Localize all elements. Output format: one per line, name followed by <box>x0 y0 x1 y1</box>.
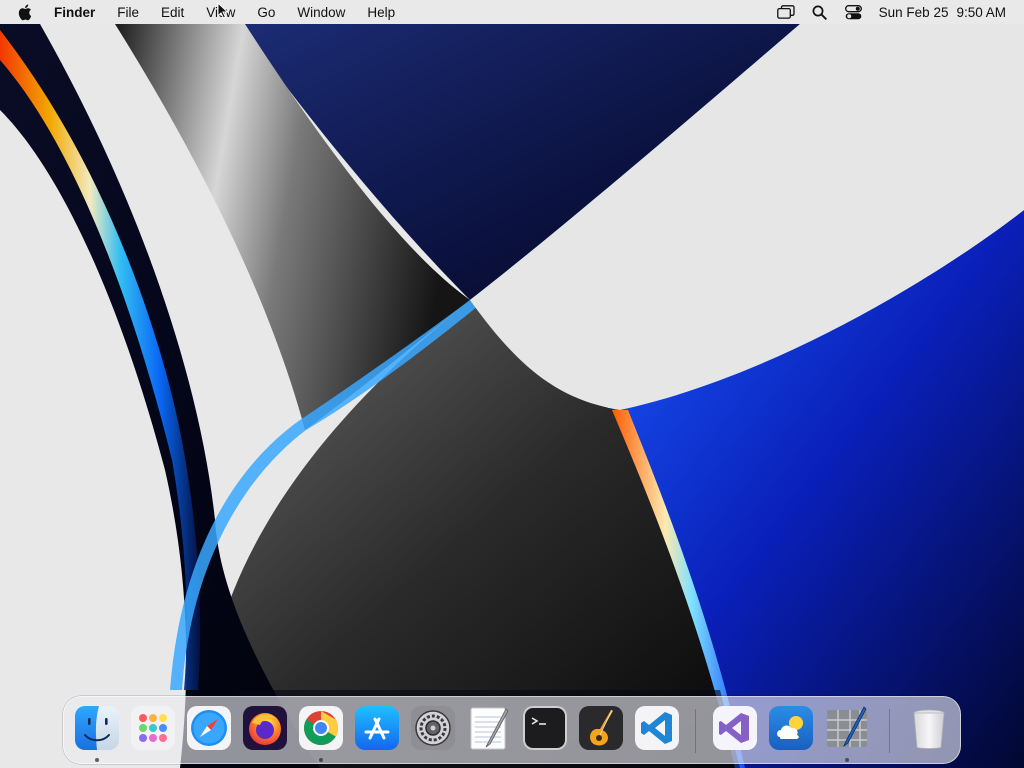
dock-firefox[interactable] <box>242 705 288 751</box>
menu-help[interactable]: Help <box>356 0 406 24</box>
dock-terminal[interactable] <box>522 705 568 751</box>
running-indicator <box>845 758 849 762</box>
dock-launchpad[interactable] <box>130 705 176 751</box>
clock-time: 9:50 AM <box>956 4 1006 20</box>
dock <box>63 696 961 764</box>
finder-icon <box>75 706 119 750</box>
control-center-icon[interactable] <box>837 0 871 24</box>
dock-app-store[interactable] <box>354 705 400 751</box>
dock-vscode[interactable] <box>634 705 680 751</box>
menu-clock[interactable]: Sun Feb 25 9:50 AM <box>879 5 1006 20</box>
vscode-icon <box>635 706 679 750</box>
screen-mirroring-icon[interactable] <box>769 0 803 24</box>
menu-app-name[interactable]: Finder <box>52 0 106 24</box>
clock-date: Sun Feb 25 <box>878 4 949 20</box>
running-indicator <box>95 758 99 762</box>
visual-studio-icon <box>713 706 757 750</box>
dock-finder[interactable] <box>74 705 120 751</box>
firefox-icon <box>243 706 287 750</box>
textedit-icon <box>470 707 509 750</box>
safari-icon <box>187 706 231 750</box>
menu-bar: Finder File Edit View Go Window Help <box>0 0 1024 24</box>
desktop-wallpaper <box>0 0 1024 768</box>
menu-edit[interactable]: Edit <box>150 0 195 24</box>
running-indicator <box>319 758 323 762</box>
trash-icon <box>913 709 945 749</box>
script-editor-icon <box>827 706 867 748</box>
app-store-icon <box>355 706 399 750</box>
dock-weather[interactable] <box>768 705 814 751</box>
launchpad-icon <box>131 706 175 750</box>
apple-menu-icon[interactable] <box>0 0 52 24</box>
garageband-icon <box>579 706 623 750</box>
dock-textedit[interactable] <box>466 705 512 751</box>
chrome-icon <box>299 706 343 750</box>
dock-script-editor[interactable] <box>824 705 870 751</box>
dock-safari[interactable] <box>186 705 232 751</box>
dock-separator <box>889 709 890 753</box>
menu-file[interactable]: File <box>106 0 150 24</box>
system-preferences-icon <box>411 706 455 750</box>
menu-go[interactable]: Go <box>246 0 286 24</box>
dock-visual-studio[interactable] <box>712 705 758 751</box>
dock-garageband[interactable] <box>578 705 624 751</box>
dock-separator <box>695 709 696 753</box>
spotlight-search-icon[interactable] <box>803 0 837 24</box>
menu-window[interactable]: Window <box>286 0 356 24</box>
weather-icon <box>769 706 813 750</box>
mouse-cursor-icon <box>217 2 229 19</box>
dock-system-preferences[interactable] <box>410 705 456 751</box>
dock-trash[interactable] <box>906 705 952 751</box>
dock-chrome[interactable] <box>298 705 344 751</box>
terminal-icon <box>523 706 567 750</box>
